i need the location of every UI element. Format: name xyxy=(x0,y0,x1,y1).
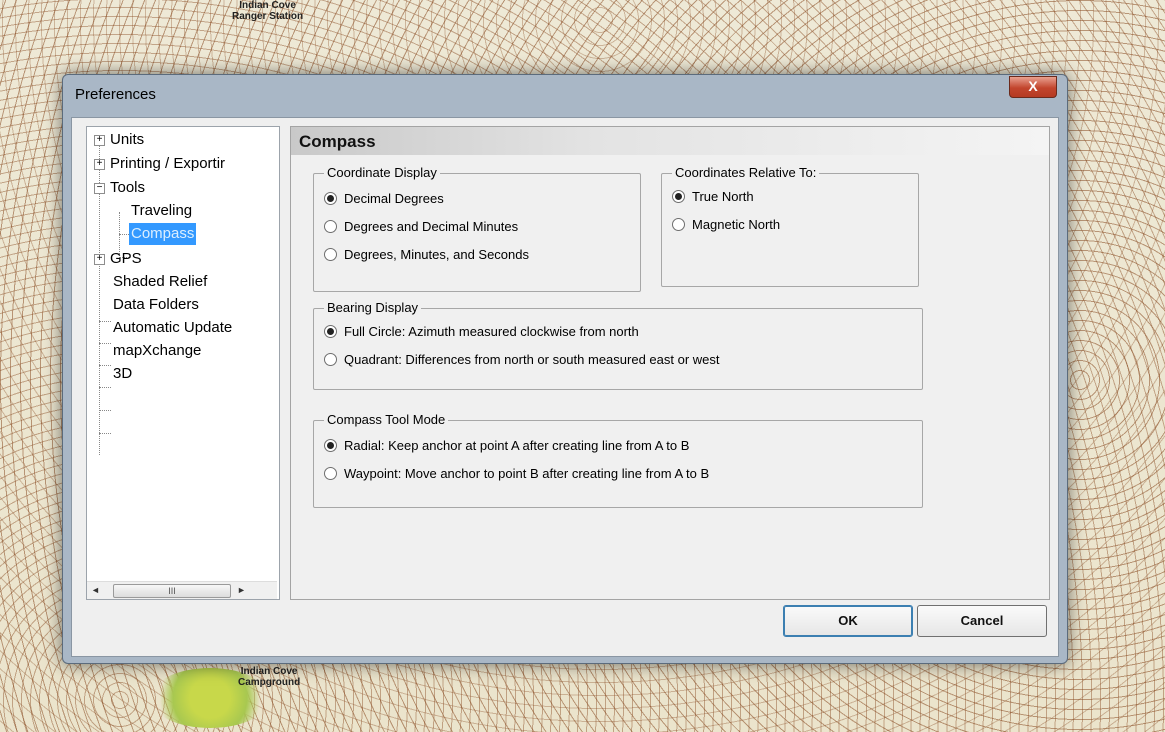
radio-waypoint[interactable]: Waypoint: Move anchor to point B after c… xyxy=(324,465,709,483)
radio-true-north[interactable]: True North xyxy=(672,188,754,206)
tree-connector xyxy=(99,387,111,388)
ok-button[interactable]: OK xyxy=(783,605,913,637)
tree-item-gps[interactable]: + GPS xyxy=(94,248,144,270)
panel-title: Compass xyxy=(299,132,376,151)
tree-item-label: Units xyxy=(110,131,145,148)
tree-item-automatic-updates[interactable]: Automatic Update xyxy=(111,317,234,339)
radio-icon[interactable] xyxy=(324,353,337,367)
window-title: Preferences xyxy=(75,86,156,103)
tree-item-label: 3D xyxy=(113,365,133,382)
tree-connector xyxy=(99,433,111,434)
coordinate-display-group: Coordinate Display Decimal Degrees Degre… xyxy=(313,165,641,292)
tree-item-label: Data Folders xyxy=(113,296,199,313)
tree-item-label: Traveling xyxy=(131,202,193,219)
dialog-client-area: + Units + Printing / Exportir − Tools Trave… xyxy=(71,117,1059,657)
radio-degrees-decimal-minutes[interactable]: Degrees and Decimal Minutes xyxy=(324,218,518,236)
tree-connector xyxy=(119,234,129,235)
coordinates-relative-group: Coordinates Relative To: True North Magn… xyxy=(661,165,919,287)
tree-connector xyxy=(99,343,111,344)
title-bar[interactable]: Preferences X xyxy=(63,75,1067,113)
cancel-button[interactable]: Cancel xyxy=(917,605,1047,637)
radio-radial[interactable]: Radial: Keep anchor at point A after cre… xyxy=(324,437,689,455)
tree-item-label: Shaded Relief xyxy=(113,273,208,290)
tree-item-label: Compass xyxy=(129,223,197,245)
expand-icon[interactable]: + xyxy=(94,253,105,265)
close-button[interactable]: X xyxy=(1009,76,1057,98)
collapse-icon[interactable]: − xyxy=(94,182,105,194)
radio-selected-icon[interactable] xyxy=(324,325,337,339)
radio-quadrant[interactable]: Quadrant: Differences from north or sout… xyxy=(324,351,720,369)
compass-settings-panel: Compass Coordinate Display Decimal Degre… xyxy=(290,126,1050,600)
group-label: Bearing Display xyxy=(324,300,422,315)
panel-header: Compass xyxy=(291,127,1049,155)
tree-item-3d[interactable]: 3D xyxy=(111,363,134,385)
radio-icon[interactable] xyxy=(324,467,337,481)
tree-item-label: mapXchange xyxy=(113,342,202,359)
scroll-thumb[interactable]: III xyxy=(113,584,231,598)
map-label-ranger-station: Indian Cove Ranger Station xyxy=(232,0,304,22)
tree-item-label: Printing / Exportir xyxy=(110,155,226,172)
tree-item-tools[interactable]: − Tools xyxy=(94,177,147,199)
tree-item-label: Automatic Update xyxy=(113,319,233,336)
radio-icon[interactable] xyxy=(324,220,337,234)
tree-item-mapxchange[interactable]: mapXchange xyxy=(111,340,203,362)
tree-item-units[interactable]: + Units xyxy=(94,129,146,151)
scroll-left-arrow-icon[interactable]: ◄ xyxy=(87,582,104,599)
radio-degrees-minutes-seconds[interactable]: Degrees, Minutes, and Seconds xyxy=(324,246,529,264)
group-label: Coordinate Display xyxy=(324,165,440,180)
group-label: Coordinates Relative To: xyxy=(672,165,820,180)
tree-item-data-folders[interactable]: Data Folders xyxy=(111,294,201,316)
tree-item-shaded-relief[interactable]: Shaded Relief xyxy=(111,271,209,293)
tree-item-traveling[interactable]: Traveling xyxy=(129,200,194,222)
group-label: Compass Tool Mode xyxy=(324,412,449,427)
tree-item-printing-exporting[interactable]: + Printing / Exportir xyxy=(94,153,227,175)
tree-connector xyxy=(99,365,111,366)
radio-full-circle[interactable]: Full Circle: Azimuth measured clockwise … xyxy=(324,323,639,341)
tree-horizontal-scrollbar[interactable]: ◄ III ► xyxy=(87,581,277,599)
expand-icon[interactable]: + xyxy=(94,134,105,146)
bearing-display-group: Bearing Display Full Circle: Azimuth mea… xyxy=(313,300,923,390)
radio-decimal-degrees[interactable]: Decimal Degrees xyxy=(324,190,444,208)
preferences-dialog: Preferences X + Units + Printing / Exporti… xyxy=(62,74,1068,664)
expand-icon[interactable]: + xyxy=(94,158,105,170)
tree-connector xyxy=(99,410,111,411)
radio-selected-icon[interactable] xyxy=(324,192,337,206)
tree-item-label: Tools xyxy=(110,179,146,196)
preferences-tree: + Units + Printing / Exportir − Tools Trave… xyxy=(86,126,280,600)
scroll-right-arrow-icon[interactable]: ► xyxy=(233,582,250,599)
compass-tool-mode-group: Compass Tool Mode Radial: Keep anchor at… xyxy=(313,412,923,508)
tree-connector xyxy=(99,321,111,322)
map-label-campground: Indian Cove Campground xyxy=(238,666,301,688)
radio-selected-icon[interactable] xyxy=(324,439,337,453)
tree-item-compass[interactable]: Compass xyxy=(129,223,197,245)
radio-icon[interactable] xyxy=(672,218,685,232)
radio-magnetic-north[interactable]: Magnetic North xyxy=(672,216,780,234)
radio-selected-icon[interactable] xyxy=(672,190,685,204)
radio-icon[interactable] xyxy=(324,248,337,262)
tree-item-label: GPS xyxy=(110,250,142,267)
